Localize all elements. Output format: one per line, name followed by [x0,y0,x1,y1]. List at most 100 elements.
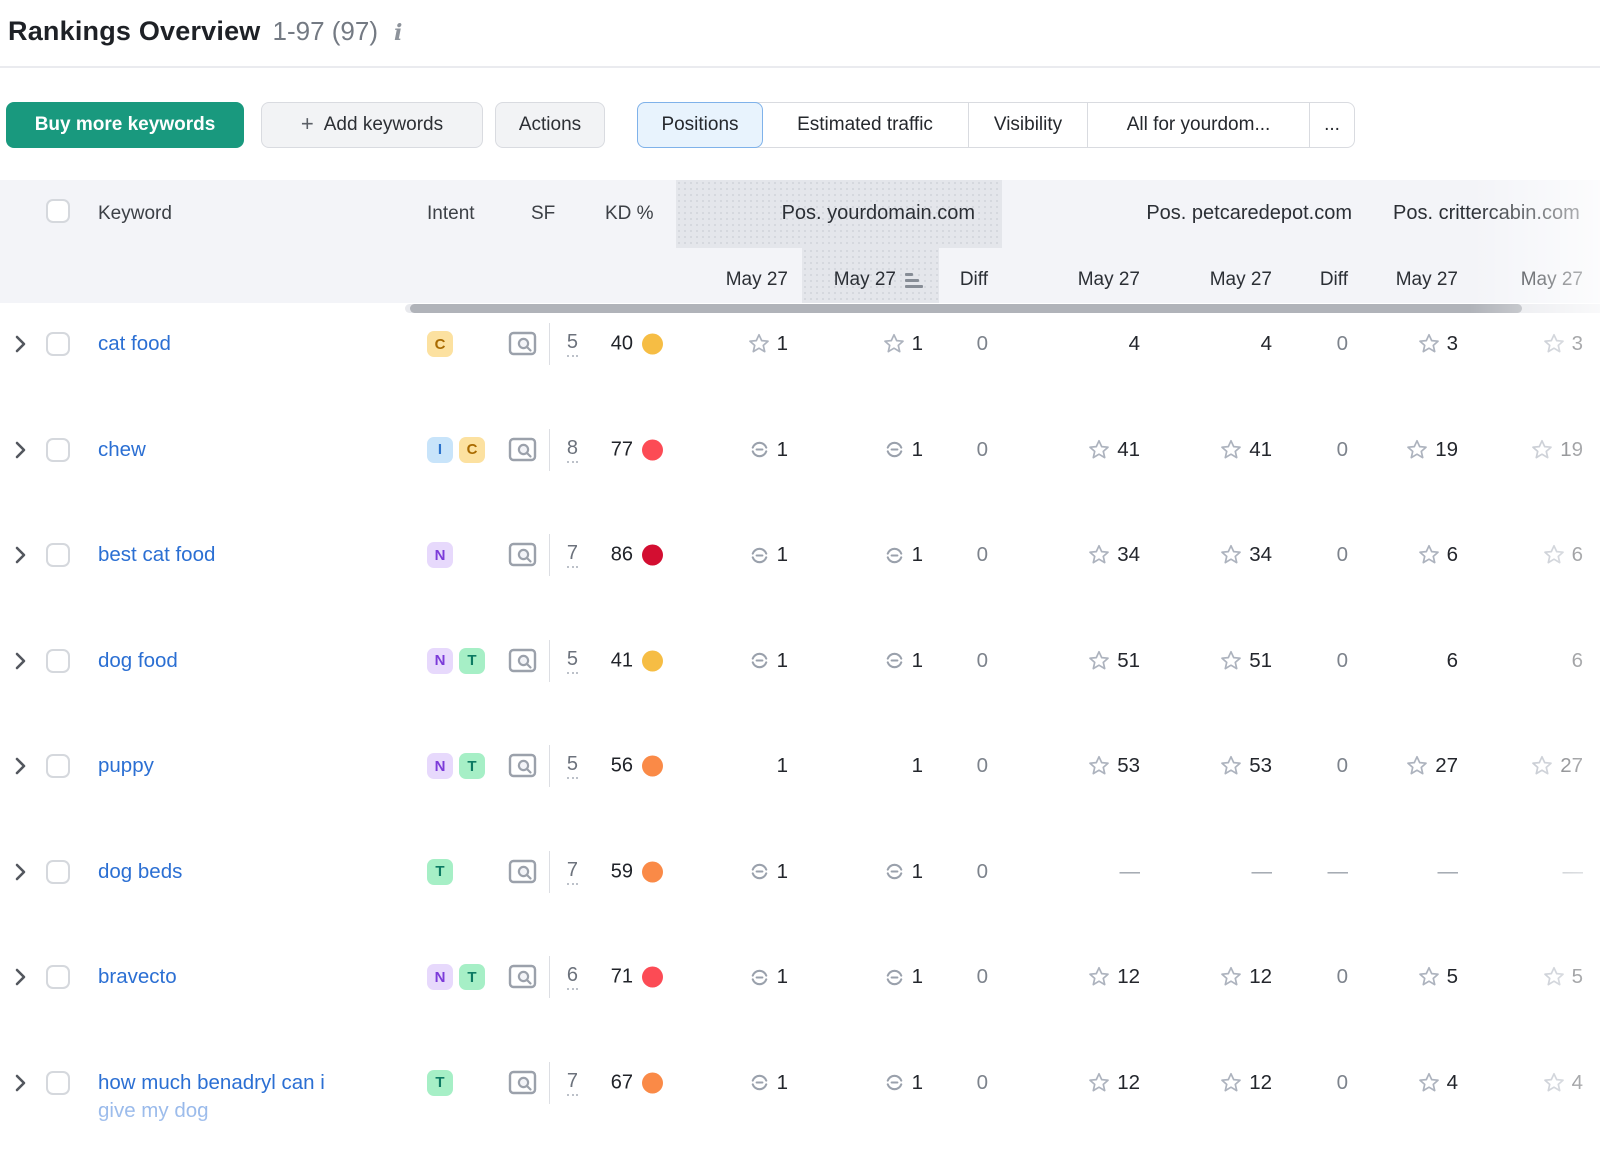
tab-more[interactable]: ... [1310,103,1354,147]
kd-value: 67 [611,1071,633,1094]
sf-count[interactable]: 6 [567,964,578,990]
subcolumn-label: May 27 [834,269,896,291]
row-checkbox[interactable] [46,438,70,462]
row-checkbox[interactable] [46,965,70,989]
expand-chevron-icon[interactable] [14,1073,27,1093]
select-all-checkbox[interactable] [46,199,70,223]
group-header-crittercabin[interactable]: Pos. crittercabin.com [1393,202,1580,225]
actions-button[interactable]: Actions [495,102,605,148]
tab-positions[interactable]: Positions [637,102,763,148]
keyword-link[interactable]: cat food [98,330,171,358]
expand-chevron-icon[interactable] [14,334,27,354]
sort-icon [905,273,923,288]
sf-divider [549,640,550,682]
expand-chevron-icon[interactable] [14,756,27,776]
tab-estimated-traffic[interactable]: Estimated traffic [762,103,969,147]
keyword-link[interactable]: dog food [98,647,178,675]
serp-features-icon[interactable] [508,647,537,674]
position-cell: 12 [1087,965,1140,989]
position-value: 1 [777,965,788,989]
sf-count[interactable]: 7 [567,1070,578,1096]
expand-chevron-icon[interactable] [14,651,27,671]
sf-count[interactable]: 8 [567,437,578,463]
position-value: 1 [777,1071,788,1095]
position-cell: 5 [1542,965,1583,989]
position-cell: 6 [1542,543,1583,567]
expand-chevron-icon[interactable] [14,967,27,987]
row-checkbox[interactable] [46,860,70,884]
sf-count[interactable]: 5 [567,648,578,674]
expand-chevron-icon[interactable] [14,440,27,460]
sf-count[interactable]: 5 [567,331,578,357]
position-value: 41 [1249,438,1272,462]
star-icon [1542,543,1566,567]
subcolumn-may27-5[interactable]: May 27 [1396,269,1458,291]
keyword-link[interactable]: best cat food [98,541,215,569]
subcolumn-diff-2[interactable]: Diff [1320,269,1348,291]
tab-all-for-domain[interactable]: All for yourdom... [1088,103,1310,147]
tab-visibility[interactable]: Visibility [969,103,1088,147]
table-header: Keyword Intent SF KD % Pos. yourdomain.c… [0,180,1600,303]
group-header-petcaredepot[interactable]: Pos. petcaredepot.com [1146,202,1352,225]
position-cell: 4 [1129,332,1140,356]
subcolumn-may27-6[interactable]: May 27 [1521,269,1583,291]
sf-divider [549,956,550,998]
position-value: 1 [912,649,923,673]
group-header-yourdomain[interactable]: Pos. yourdomain.com [782,202,975,225]
keyword-link[interactable]: bravecto [98,963,177,991]
subcolumn-may27-3[interactable]: May 27 [1078,269,1140,291]
sf-count[interactable]: 7 [567,542,578,568]
kd-value: 56 [611,755,633,778]
star-icon [1219,438,1243,462]
sf-divider [549,745,550,787]
buy-more-keywords-button[interactable]: Buy more keywords [6,102,244,148]
subcolumn-may27-2-sorted[interactable]: May 27 [834,269,923,291]
star-icon [1530,438,1554,462]
row-checkbox[interactable] [46,1071,70,1095]
column-header-kd[interactable]: KD % [605,203,654,225]
keyword-link[interactable]: how much benadryl can igive my dog [98,1069,325,1125]
position-cell: 0 [977,543,988,567]
serp-features-icon[interactable] [508,858,537,885]
position-cell: 53 [1087,754,1140,778]
keyword-link[interactable]: chew [98,436,146,464]
serp-features-icon[interactable] [508,542,537,569]
position-cell: 1 [748,543,788,567]
expand-chevron-icon[interactable] [14,862,27,882]
serp-features-icon[interactable] [508,753,537,780]
serp-features-icon[interactable] [508,964,537,991]
add-keywords-button[interactable]: + Add keywords [261,102,483,148]
position-value: 0 [1337,965,1348,989]
kd-value: 86 [611,544,633,567]
position-cell: 4 [1542,1071,1583,1095]
intent-badges: IC [427,437,485,463]
keyword-link[interactable]: dog beds [98,858,182,886]
row-checkbox[interactable] [46,543,70,567]
row-checkbox[interactable] [46,754,70,778]
info-icon[interactable]: i [390,20,402,46]
kd-cell: 67 [611,1071,663,1094]
serp-features-icon[interactable] [508,436,537,463]
position-value: 1 [912,965,923,989]
sf-count[interactable]: 7 [567,859,578,885]
position-cell: 0 [977,649,988,673]
star-icon [1219,1071,1243,1095]
expand-chevron-icon[interactable] [14,545,27,565]
column-header-sf[interactable]: SF [531,203,555,225]
row-checkbox[interactable] [46,332,70,356]
serp-features-icon[interactable] [508,331,537,358]
position-value: 4 [1447,1071,1458,1095]
subcolumn-may27-4[interactable]: May 27 [1210,269,1272,291]
keyword-link[interactable]: puppy [98,752,154,780]
position-cell: 1 [748,1071,788,1095]
intent-badge-n: N [427,648,453,674]
position-cell: 51 [1087,649,1140,673]
column-header-intent[interactable]: Intent [427,203,475,225]
sf-count[interactable]: 5 [567,753,578,779]
serp-features-icon[interactable] [508,1069,537,1096]
column-header-keyword[interactable]: Keyword [98,203,172,225]
kd-difficulty-dot [642,545,663,566]
subcolumn-may27-1[interactable]: May 27 [726,269,788,291]
subcolumn-diff-1[interactable]: Diff [960,269,988,291]
row-checkbox[interactable] [46,649,70,673]
